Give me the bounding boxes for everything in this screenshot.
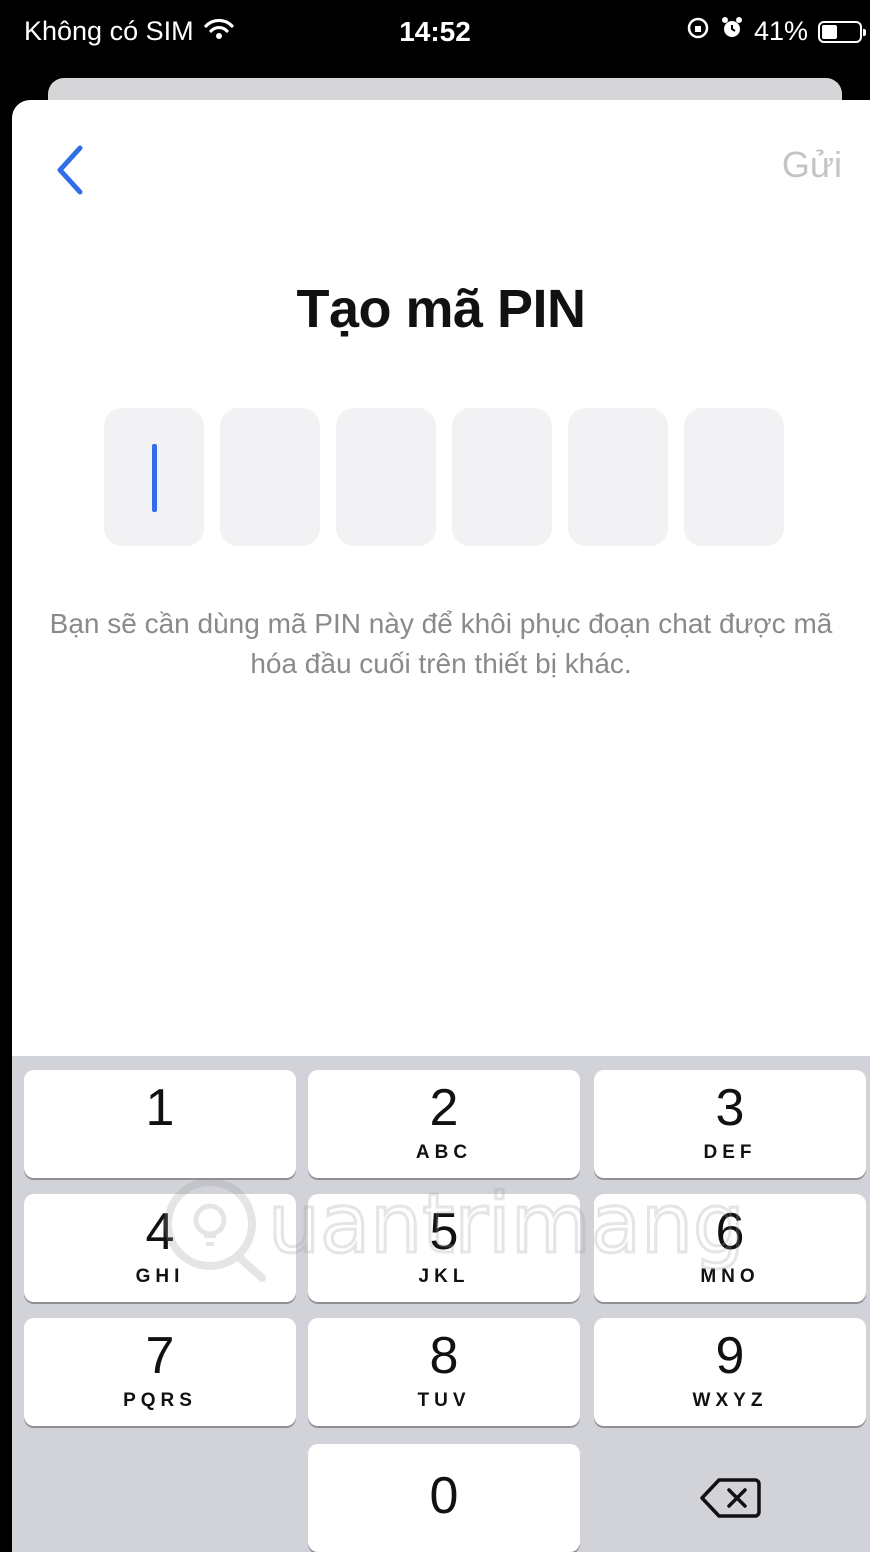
key-digit: 0 xyxy=(429,1467,459,1525)
key-letters: MNO xyxy=(700,1266,760,1287)
key-digit: 7 xyxy=(145,1327,175,1385)
delete-button[interactable] xyxy=(594,1444,866,1552)
key-letters: PQRS xyxy=(123,1390,197,1411)
key-4[interactable]: 4 GHI xyxy=(24,1194,296,1302)
backspace-icon xyxy=(700,1478,761,1518)
battery-percent: 41% xyxy=(753,16,808,46)
status-right: 41% xyxy=(686,16,866,47)
pin-digit-box[interactable] xyxy=(568,408,668,546)
numeric-keypad: 1 2 ABC 3 DEF 4 GHI 5 JKL 6 MNO 7 PQRS 8 xyxy=(12,1056,870,1552)
pin-digit-box[interactable] xyxy=(684,408,784,546)
pin-digit-box[interactable] xyxy=(104,408,204,546)
key-letters: ABC xyxy=(415,1142,473,1163)
key-digit: 1 xyxy=(145,1079,175,1137)
key-7[interactable]: 7 PQRS xyxy=(24,1318,296,1426)
create-pin-sheet: Gửi Tạo mã PIN Bạn sẽ cần dùng mã PIN nà… xyxy=(12,100,870,1552)
key-6[interactable]: 6 MNO xyxy=(594,1194,866,1302)
pin-hint-text: Bạn sẽ cần dùng mã PIN này để khôi phục … xyxy=(49,608,833,679)
text-cursor xyxy=(152,444,157,512)
send-button[interactable]: Gửi xyxy=(782,144,842,186)
battery-icon xyxy=(818,20,866,43)
key-digit: 6 xyxy=(715,1203,745,1261)
status-bar: Không có SIM 14:52 41% xyxy=(0,0,870,70)
chevron-left-icon xyxy=(57,145,83,195)
back-button[interactable] xyxy=(50,142,94,198)
orientation-lock-icon xyxy=(686,16,710,47)
key-letters: WXYZ xyxy=(692,1390,768,1411)
page-title: Tạo mã PIN xyxy=(296,279,586,339)
key-1[interactable]: 1 xyxy=(24,1070,296,1178)
key-digit: 8 xyxy=(429,1327,459,1385)
key-digit: 2 xyxy=(429,1079,459,1137)
pin-digit-box[interactable] xyxy=(336,408,436,546)
key-3[interactable]: 3 DEF xyxy=(594,1070,866,1178)
pin-digit-box[interactable] xyxy=(452,408,552,546)
key-letters: GHI xyxy=(135,1266,185,1287)
key-letters: JKL xyxy=(418,1266,470,1287)
key-letters: DEF xyxy=(703,1142,757,1163)
pin-digit-box[interactable] xyxy=(220,408,320,546)
key-digit: 3 xyxy=(715,1079,745,1137)
key-8[interactable]: 8 TUV xyxy=(308,1318,580,1426)
key-0[interactable]: 0 xyxy=(308,1444,580,1552)
pin-input[interactable] xyxy=(104,408,784,546)
key-5[interactable]: 5 JKL xyxy=(308,1194,580,1302)
battery-level xyxy=(822,24,837,39)
key-2[interactable]: 2 ABC xyxy=(308,1070,580,1178)
key-digit: 9 xyxy=(715,1327,745,1385)
key-digit: 5 xyxy=(429,1203,459,1261)
key-9[interactable]: 9 WXYZ xyxy=(594,1318,866,1426)
alarm-icon xyxy=(720,16,744,47)
key-digit: 4 xyxy=(145,1203,175,1261)
key-letters: TUV xyxy=(417,1390,471,1411)
